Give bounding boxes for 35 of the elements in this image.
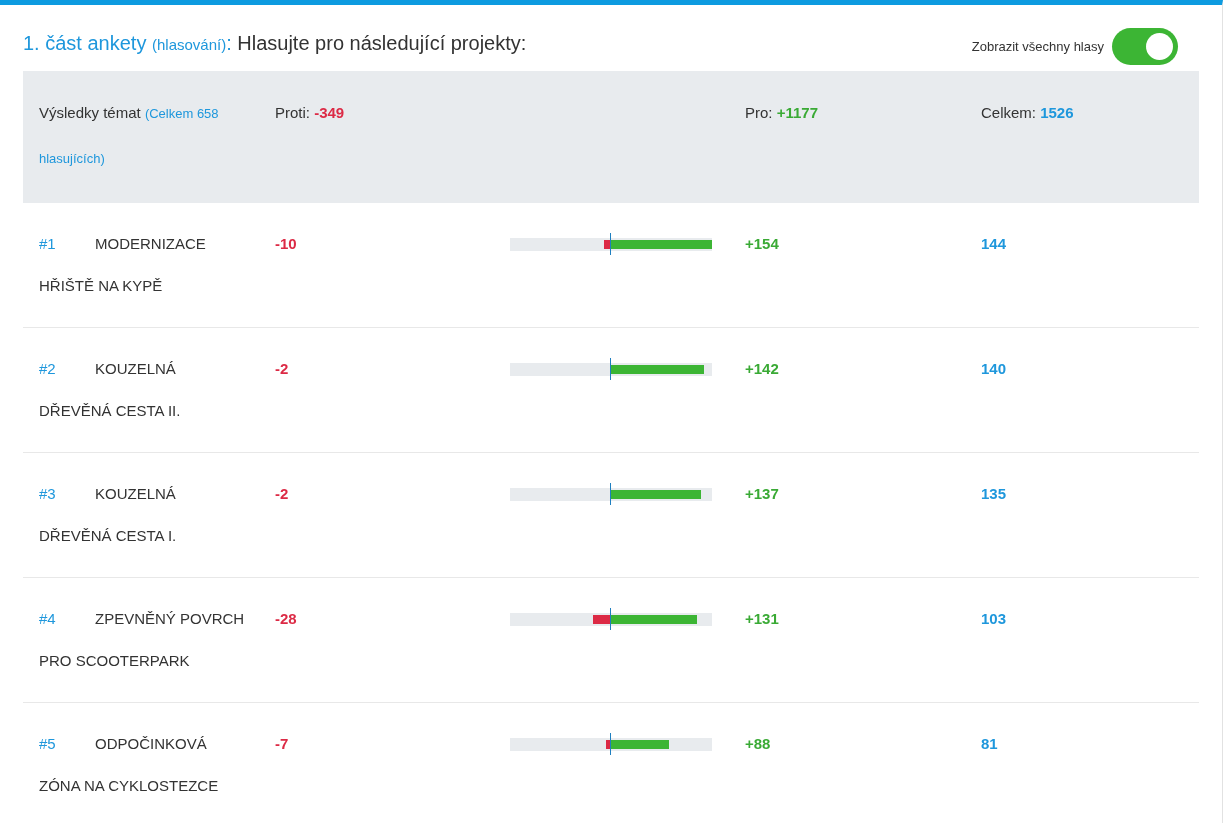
total-count: 144 — [981, 235, 1007, 252]
center-marker — [610, 483, 611, 505]
toggle-switch[interactable] — [1112, 28, 1178, 65]
section-heading: 1. část ankety (hlasování): Hlasujte pro následující projekty: — [23, 32, 527, 55]
toggle-label: Zobrazit všechny hlasy — [971, 39, 1104, 54]
project-name: #5 ODPOČINKOVÁ ZÓNA NA CYKLOSTEZCE — [39, 734, 220, 796]
total-count: 103 — [981, 610, 1007, 627]
total-count: 140 — [981, 360, 1007, 377]
against-sum: -349 — [314, 104, 345, 121]
total-sum: 1526 — [1040, 104, 1074, 121]
for-count: +131 — [745, 610, 779, 627]
for-count: +142 — [745, 360, 779, 377]
center-marker — [610, 233, 611, 255]
against-count: -2 — [275, 360, 289, 377]
summary-label: Výsledky témat (Celkem 658 hlasujících) — [39, 103, 220, 168]
project-name: #2 KOUZELNÁ DŘEVĚNÁ CESTA II. — [39, 359, 182, 421]
project-name: #3 KOUZELNÁ DŘEVĚNÁ CESTA I. — [39, 484, 178, 546]
against-count: -28 — [275, 610, 297, 627]
for-sum: +1177 — [776, 104, 818, 121]
against-label: Proti: — [275, 104, 310, 121]
total-count: 135 — [981, 485, 1007, 502]
against-count: -7 — [275, 735, 289, 752]
center-marker — [610, 608, 611, 630]
against-count: -10 — [275, 235, 297, 252]
for-label: Pro: — [745, 104, 773, 121]
for-count: +137 — [745, 485, 779, 502]
project-name: #4 ZPEVNĚNÝ POVRCH PRO SCOOTERPARK — [39, 609, 246, 671]
total-count: 81 — [981, 735, 998, 752]
for-count: +154 — [745, 235, 779, 252]
total-label: Celkem: — [981, 104, 1036, 121]
against-count: -2 — [275, 485, 289, 502]
center-marker — [610, 358, 611, 380]
center-marker — [610, 733, 611, 755]
for-count: +88 — [745, 735, 771, 752]
project-name: #1 MODERNIZACE HŘIŠTĚ NA KYPĚ — [39, 234, 207, 296]
